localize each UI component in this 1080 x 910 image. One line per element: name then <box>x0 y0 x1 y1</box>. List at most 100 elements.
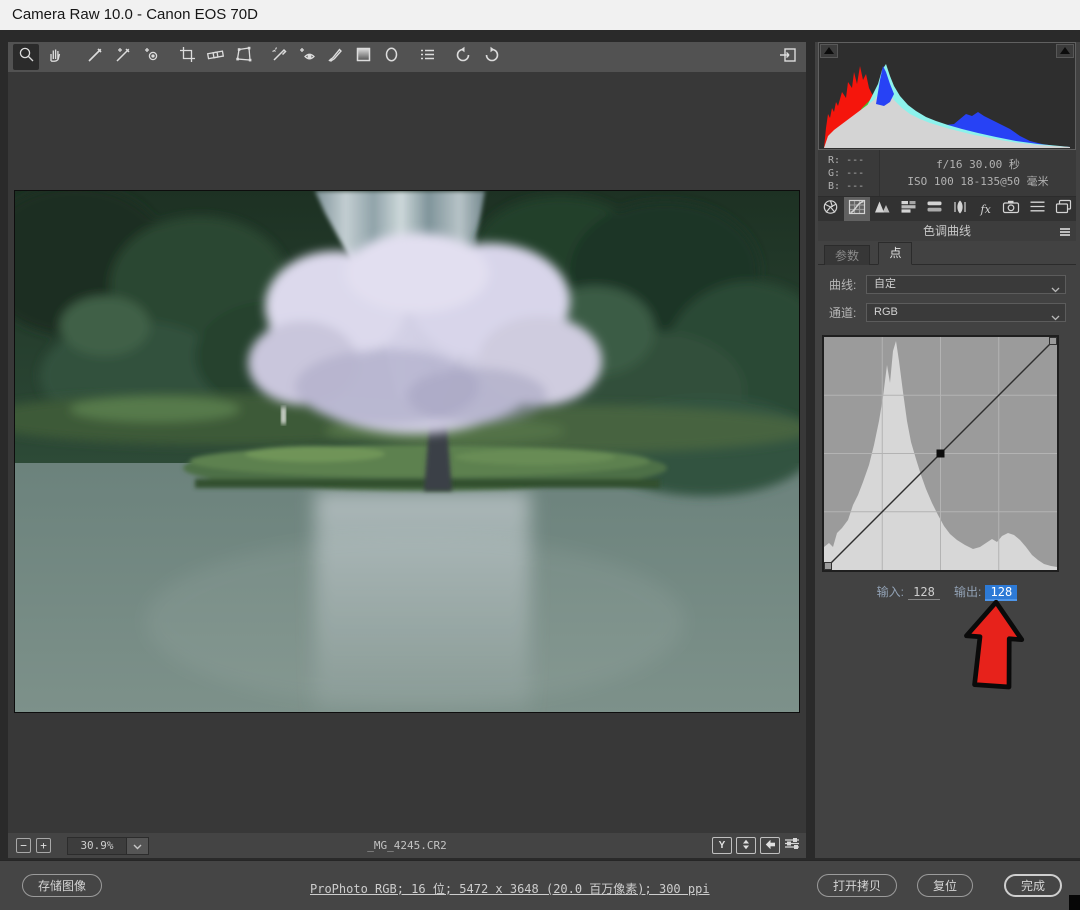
tone-curve-tabbar: 参数 点 <box>818 242 1076 265</box>
magnifier-icon <box>18 46 35 68</box>
tab-lens-corrections[interactable] <box>947 197 973 221</box>
chevron-down-icon <box>133 837 142 855</box>
tab-parametric[interactable]: 参数 <box>824 245 870 265</box>
curve-select[interactable]: 自定 <box>866 275 1066 294</box>
annotation-arrow <box>958 597 1030 696</box>
brush-icon <box>327 46 344 68</box>
zoom-in-button[interactable]: + <box>36 838 51 853</box>
tab-point[interactable]: 点 <box>878 242 912 265</box>
r-label: R: <box>828 155 840 166</box>
image-info-row: R: --- G: --- B: --- f/16 30.00 秒 ISO 10… <box>818 150 1076 197</box>
g-value: --- <box>846 168 864 179</box>
preview-preferences-button[interactable] <box>784 837 800 855</box>
filename-label: _MG_4245.CR2 <box>367 839 446 852</box>
list-icon <box>419 46 436 68</box>
rotate-ccw-icon <box>455 46 472 68</box>
targeted-adjustment-tool[interactable] <box>138 44 164 70</box>
input-label: 输入: <box>877 585 904 599</box>
graduated-filter-tool[interactable] <box>350 44 376 70</box>
title-bar: Camera Raw 10.0 - Canon EOS 70D <box>0 0 1080 30</box>
save-image-button[interactable]: 存储图像 <box>22 874 102 897</box>
rgb-readout: R: --- G: --- B: --- <box>818 150 880 196</box>
histogram <box>818 42 1076 150</box>
ellipse-icon <box>383 46 400 68</box>
tab-split-toning[interactable] <box>921 197 947 221</box>
channel-select[interactable]: RGB <box>866 303 1066 322</box>
radial-filter-tool[interactable] <box>378 44 404 70</box>
photo-art <box>15 191 800 713</box>
panel-menu-icon[interactable] <box>1060 228 1070 237</box>
preview-image[interactable] <box>14 190 800 713</box>
adjustment-brush-tool[interactable] <box>322 44 348 70</box>
b-value: --- <box>846 181 864 192</box>
triangles-icon <box>873 199 891 219</box>
hand-icon <box>46 46 63 68</box>
red-eye-tool[interactable] <box>294 44 320 70</box>
toggle-fullscreen-button[interactable] <box>775 44 801 70</box>
preset-sliders-icon <box>1029 199 1046 219</box>
zoom-tool[interactable] <box>13 44 39 70</box>
exif-exposure: f/16 30.00 秒 <box>880 156 1076 173</box>
input-output-row: 输入:128输出:128 <box>818 583 1076 601</box>
tab-snapshots[interactable] <box>1050 197 1076 221</box>
swap-arrows-icon <box>741 839 751 853</box>
tab-tone-curve[interactable] <box>844 197 870 221</box>
curve-point <box>937 450 945 458</box>
zoom-level-dropdown-button[interactable] <box>127 837 149 855</box>
zoom-level-select[interactable]: 30.9% <box>67 837 149 855</box>
aperture-icon <box>822 199 839 220</box>
reset-button[interactable]: 复位 <box>917 874 973 897</box>
eye-plus-icon <box>298 46 317 68</box>
preferences-button[interactable] <box>414 44 440 70</box>
tab-camera-calibration[interactable] <box>999 197 1025 221</box>
adjustment-tabs: fx <box>818 197 1076 221</box>
spot-removal-tool[interactable] <box>266 44 292 70</box>
done-button[interactable]: 完成 <box>1004 874 1062 897</box>
healing-brush-icon <box>271 46 288 68</box>
zoom-level-value[interactable]: 30.9% <box>67 837 127 855</box>
tab-hsl-grayscale[interactable] <box>895 197 921 221</box>
open-copy-button[interactable]: 打开拷贝 <box>817 874 897 897</box>
highlight-clipping-button[interactable] <box>1056 44 1074 58</box>
rotate-left-button[interactable] <box>450 44 476 70</box>
two-bars-icon <box>926 199 943 219</box>
footer-bar: 存储图像 ProPhoto RGB; 16 位; 5472 x 3648 (20… <box>0 860 1080 910</box>
lens-icon <box>953 199 967 220</box>
tab-presets[interactable] <box>1024 197 1050 221</box>
eyedropper-icon <box>87 46 104 68</box>
workflow-options-link[interactable]: ProPhoto RGB; 16 位; 5472 x 3648 (20.0 百万… <box>310 880 710 897</box>
tab-effects[interactable]: fx <box>973 197 999 221</box>
swap-before-after-button[interactable] <box>736 837 756 854</box>
tone-curve-plot <box>824 337 1057 570</box>
rotate-right-button[interactable] <box>478 44 504 70</box>
straighten-tool[interactable] <box>202 44 228 70</box>
color-sampler-tool[interactable] <box>110 44 136 70</box>
input-field[interactable]: 128 <box>908 585 940 600</box>
chevron-down-icon <box>1051 282 1060 299</box>
shadow-clipping-button[interactable] <box>820 44 838 58</box>
transform-tool[interactable] <box>230 44 256 70</box>
chevron-down-icon <box>1051 310 1060 327</box>
hand-tool[interactable] <box>41 44 67 70</box>
r-value: --- <box>846 155 864 166</box>
zoom-out-button[interactable]: − <box>16 838 31 853</box>
g-label: G: <box>828 168 840 179</box>
before-after-y-glyph: Y <box>719 840 726 851</box>
before-after-toggle-button[interactable]: Y <box>712 837 732 854</box>
arrow-left-icon <box>765 840 776 852</box>
crop-tool[interactable] <box>174 44 200 70</box>
right-panel: R: --- G: --- B: --- f/16 30.00 秒 ISO 10… <box>815 42 1080 858</box>
sliders-icon <box>784 837 800 855</box>
tab-basic[interactable] <box>818 197 844 221</box>
tab-detail[interactable] <box>870 197 896 221</box>
preview-canvas <box>8 72 806 833</box>
crop-icon <box>179 46 196 68</box>
tone-curve-graph[interactable] <box>822 335 1059 572</box>
channel-select-value: RGB <box>874 306 898 318</box>
curve-select-value: 自定 <box>874 278 896 290</box>
fullscreen-icon <box>779 46 798 69</box>
curve-row: 曲线: 自定 <box>818 275 1076 295</box>
white-balance-tool[interactable] <box>82 44 108 70</box>
copy-settings-button[interactable] <box>760 837 780 854</box>
channel-row: 通道: RGB <box>818 303 1076 323</box>
